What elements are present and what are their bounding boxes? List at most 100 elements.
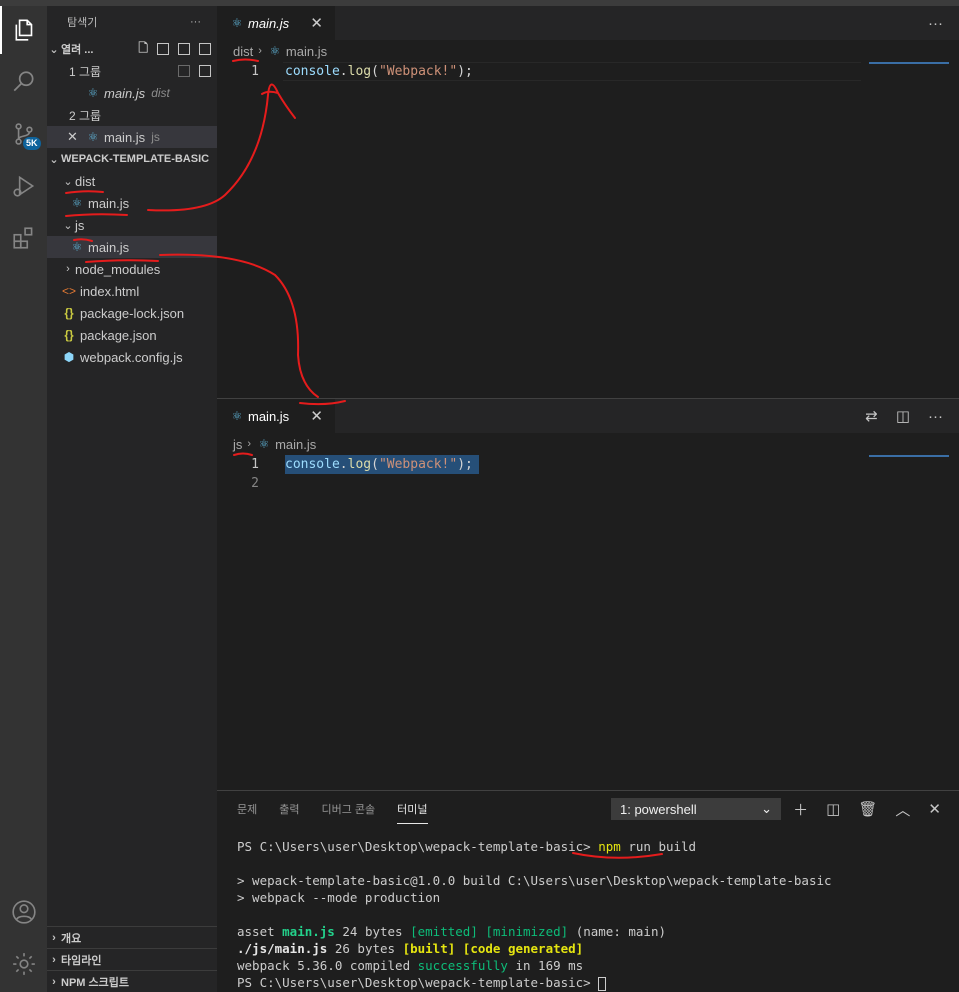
open-editor-item[interactable]: ⚛ main.js dist	[47, 82, 217, 104]
terminal-line: PS C:\Users\user\Desktop\wepack-template…	[237, 974, 959, 991]
minimap-slider[interactable]	[869, 62, 949, 64]
tree-item-label: index.html	[80, 283, 140, 299]
chevron-right-icon: ›	[247, 438, 252, 450]
tab-terminal[interactable]: 터미널	[397, 801, 428, 824]
split-terminal-icon[interactable]: ◫	[826, 800, 840, 818]
maximize-panel-icon[interactable]: ︿	[895, 799, 910, 820]
editor-tabbar: ⚛ main.js ✕ ···	[217, 6, 959, 40]
chevron-right-icon: ›	[66, 263, 70, 275]
extensions-icon[interactable]	[0, 214, 47, 262]
explorer-sidebar: 탐색기 ··· ⌄ 열려 ... 🗋 1 그룹 ⚛ main.js dist 2…	[47, 6, 217, 992]
module-generated: [code generated]	[462, 941, 584, 956]
chevron-right-icon: ›	[52, 975, 56, 988]
breadcrumb-file[interactable]: main.js	[275, 437, 316, 452]
source-control-badge: 5K	[23, 137, 41, 150]
new-terminal-icon[interactable]: ＋	[793, 799, 808, 820]
tab-debug-console[interactable]: 디버그 콘솔	[322, 801, 376, 817]
tree-item-label: dist	[75, 173, 96, 189]
open-editor-item[interactable]: ✕ ⚛ main.js js	[47, 126, 217, 148]
token-punct: .	[339, 64, 348, 79]
tree-folder-js[interactable]: ⌄ js	[47, 214, 217, 236]
editor-tab[interactable]: ⚛ main.js ✕	[217, 6, 335, 40]
tree-item-label: main.js	[88, 195, 130, 211]
manage-gear-icon[interactable]	[0, 940, 47, 988]
token-punct: (	[371, 457, 379, 472]
project-header[interactable]: ⌄ WEPACK-TEMPLATE-BASIC	[47, 148, 217, 170]
terminal-output[interactable]: PS C:\Users\user\Desktop\wepack-template…	[217, 838, 959, 991]
tree-file-package-lock[interactable]: {} package-lock.json	[47, 302, 217, 324]
breadcrumb-folder[interactable]: dist	[233, 44, 253, 59]
close-panel-icon[interactable]: ✕	[928, 800, 941, 818]
prompt: PS C:\Users\user\Desktop\wepack-template…	[237, 975, 599, 990]
editor-tab[interactable]: ⚛ main.js ✕	[217, 399, 335, 433]
compare-changes-icon[interactable]: ⇄	[865, 407, 878, 425]
breadcrumb-folder[interactable]: js	[233, 437, 242, 452]
run-debug-icon[interactable]	[0, 162, 47, 210]
account-icon[interactable]	[0, 888, 47, 936]
asset-emitted: [emitted]	[410, 924, 478, 939]
terminal-select[interactable]: 1: powershell ⌄	[611, 798, 781, 820]
line-number: 1	[251, 64, 259, 79]
explorer-icon[interactable]	[0, 6, 47, 54]
timeline-section[interactable]: › 타임라인	[47, 948, 217, 970]
react-file-icon: ⚛	[231, 16, 243, 30]
tree-file-webpack-config[interactable]: ⬢ webpack.config.js	[47, 346, 217, 368]
tree-file-index-html[interactable]: <> index.html	[47, 280, 217, 302]
react-file-icon: ⚛	[87, 86, 99, 100]
terminal-line: PS C:\Users\user\Desktop\wepack-template…	[237, 838, 959, 855]
close-tab-icon[interactable]: ✕	[310, 14, 323, 32]
token-punct: (	[371, 64, 379, 79]
tree-file-js-main[interactable]: ⚛ main.js	[47, 236, 217, 258]
open-editor-folder: dist	[151, 86, 170, 100]
open-editors-header[interactable]: ⌄ 열려 ... 🗋	[47, 38, 217, 60]
asset-minimized: [minimized]	[485, 924, 569, 939]
close-tab-icon[interactable]: ✕	[310, 407, 323, 425]
outline-section[interactable]: › 개요	[47, 926, 217, 948]
code-area[interactable]: 1 console.log("Webpack!"); 2	[217, 455, 959, 493]
group-2-header[interactable]: 2 그룹	[47, 104, 217, 126]
react-file-icon: ⚛	[71, 196, 83, 210]
tree-folder-node-modules[interactable]: › node_modules	[47, 258, 217, 280]
tree-file-dist-main[interactable]: ⚛ main.js	[47, 192, 217, 214]
more-actions-icon[interactable]: ···	[928, 408, 943, 425]
tab-label: main.js	[248, 408, 290, 424]
breadcrumb-file[interactable]: main.js	[286, 44, 327, 59]
terminal-line: > wepack-template-basic@1.0.0 build C:\U…	[237, 873, 832, 888]
code-area[interactable]: 1 console.log("Webpack!");	[217, 62, 959, 81]
line-source: console.log("Webpack!");	[285, 62, 473, 81]
save-group-icon[interactable]	[178, 65, 190, 77]
save-all-icon[interactable]	[178, 43, 190, 55]
tab-output[interactable]: 출력	[279, 801, 299, 817]
editor-actions: ⇄ ◫ ···	[865, 399, 943, 433]
source-control-icon[interactable]: 5K	[0, 110, 47, 158]
group-1-header[interactable]: 1 그룹	[47, 60, 217, 82]
split-editor-icon[interactable]: ◫	[896, 407, 910, 425]
token-string: "Webpack!"	[378, 64, 458, 79]
toggle-layout-icon[interactable]	[157, 43, 169, 55]
tab-problems[interactable]: 문제	[237, 801, 257, 817]
new-untitled-file-icon[interactable]: 🗋	[138, 39, 148, 60]
close-all-icon[interactable]	[199, 43, 211, 55]
section-label: 개요	[61, 932, 82, 945]
token-object: console	[285, 457, 340, 472]
line-source: console.log("Webpack!");	[285, 455, 473, 474]
search-icon[interactable]	[0, 58, 47, 106]
bottom-panel: 문제 출력 디버그 콘솔 터미널 1: powershell ⌄ ＋ ◫ 🗑 ︿…	[217, 790, 959, 992]
kill-terminal-icon[interactable]: 🗑	[858, 800, 877, 818]
chevron-down-icon: ⌄	[63, 219, 73, 232]
more-actions-icon[interactable]: ···	[190, 16, 201, 28]
token-method: log	[347, 457, 372, 472]
close-group-icon[interactable]	[199, 65, 211, 77]
token-punct: .	[339, 457, 348, 472]
json-file-icon: {}	[64, 328, 74, 342]
editor-actions: ···	[928, 6, 943, 40]
chevron-down-icon: ⌄	[49, 43, 59, 56]
minimap-slider[interactable]	[869, 455, 949, 457]
tree-file-package-json[interactable]: {} package.json	[47, 324, 217, 346]
tree-folder-dist[interactable]: ⌄ dist	[47, 170, 217, 192]
asset-size: 24 bytes	[334, 924, 411, 939]
html-file-icon: <>	[61, 284, 76, 298]
npm-scripts-section[interactable]: › NPM 스크립트	[47, 970, 217, 992]
more-actions-icon[interactable]: ···	[928, 15, 943, 32]
close-icon[interactable]: ✕	[67, 129, 85, 145]
